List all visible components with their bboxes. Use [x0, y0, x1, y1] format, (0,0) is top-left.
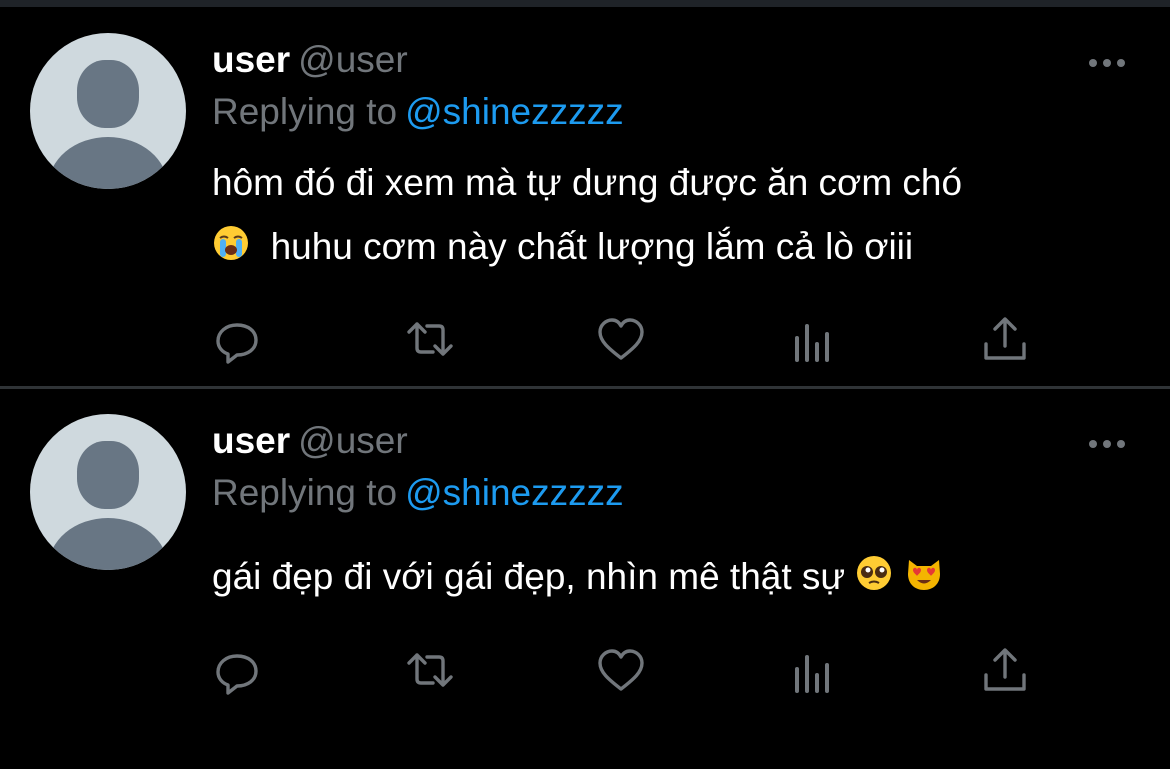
retweet-icon[interactable]: [405, 314, 455, 364]
smiling-cat-with-heart-eyes-icon: [904, 554, 944, 605]
tweet-actions: [0, 314, 1170, 364]
tweet-text: huhu cơm này chất lượng lắm cả lò ơiii: [270, 226, 914, 267]
more-icon[interactable]: [1086, 48, 1128, 78]
loudly-crying-face-icon: [212, 224, 250, 275]
tweet-text-line: gái đẹp đi với gái đẹp, nhìn mê thật sự: [212, 552, 944, 605]
user-handle[interactable]: @user: [298, 39, 408, 80]
tweet-actions: [0, 645, 1170, 695]
user-handle[interactable]: @user: [298, 420, 408, 461]
avatar-body-shape: [48, 137, 168, 189]
analytics-icon[interactable]: [788, 645, 838, 695]
top-border: [0, 0, 1170, 7]
tweet-text: gái đẹp đi với gái đẹp, nhìn mê thật sự: [212, 556, 846, 597]
share-icon[interactable]: [980, 645, 1030, 695]
pleading-face-icon: [855, 554, 893, 605]
avatar[interactable]: [30, 414, 186, 570]
retweet-icon[interactable]: [405, 645, 455, 695]
avatar-head-shape: [77, 441, 139, 509]
mention-link[interactable]: @shinezzzzz: [405, 472, 624, 513]
like-icon[interactable]: [596, 314, 646, 364]
mention-link[interactable]: @shinezzzzz: [405, 91, 624, 132]
tweet[interactable]: user @user Replying to @shinezzzzz hôm đó …: [0, 8, 1170, 388]
display-name[interactable]: user: [212, 420, 290, 461]
reply-icon[interactable]: [212, 314, 262, 364]
replying-to: Replying to @shinezzzzz: [212, 471, 624, 515]
analytics-icon[interactable]: [788, 314, 838, 364]
avatar[interactable]: [30, 33, 186, 189]
display-name[interactable]: user: [212, 39, 290, 80]
tweet-header: user @user: [212, 419, 408, 463]
avatar-head-shape: [77, 60, 139, 128]
replying-to: Replying to @shinezzzzz: [212, 90, 624, 134]
like-icon[interactable]: [596, 645, 646, 695]
more-icon[interactable]: [1086, 429, 1128, 459]
tweet-header: user @user: [212, 38, 408, 82]
replying-to-label: Replying to: [212, 472, 398, 513]
reply-icon[interactable]: [212, 645, 262, 695]
tweet-text-line: huhu cơm này chất lượng lắm cả lò ơiii: [212, 222, 913, 275]
replying-to-label: Replying to: [212, 91, 398, 132]
avatar-body-shape: [48, 518, 168, 570]
tweet[interactable]: user @user Replying to @shinezzzzz gái đẹp…: [0, 389, 1170, 769]
tweet-text-line: hôm đó đi xem mà tự dưng được ăn cơm chó: [212, 162, 963, 203]
share-icon[interactable]: [980, 314, 1030, 364]
